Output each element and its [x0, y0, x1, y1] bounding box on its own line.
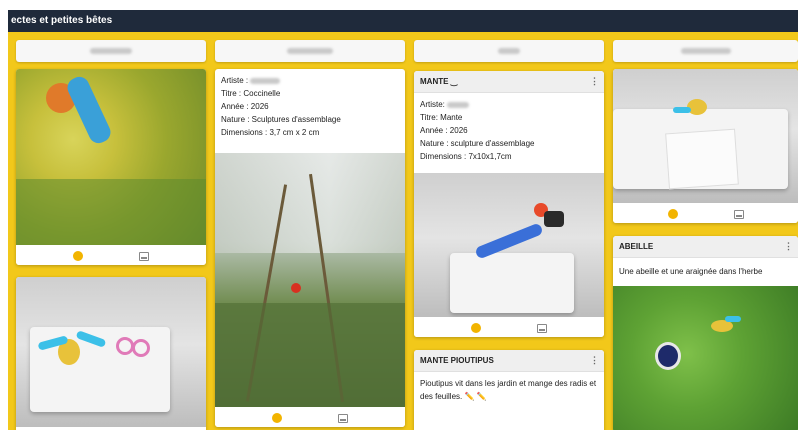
reaction-dot-icon[interactable] — [667, 209, 678, 219]
post-card[interactable] — [16, 277, 206, 430]
post-footer — [414, 319, 604, 337]
image-icon[interactable] — [338, 413, 348, 423]
post-title-bar: MANTE PIOUTIPUS ⋮ — [414, 350, 604, 372]
post-body: Artiste : Titre : Coccinelle Année : 202… — [215, 69, 405, 151]
post-line-title: Titre: Mante — [420, 113, 463, 122]
post-line-year: Année : 2026 — [420, 126, 468, 135]
post-body: Artiste: Titre: Mante Année : 2026 Natur… — [414, 93, 604, 173]
padlet-board: Artiste : Titre : Coccinelle Année : 202… — [8, 32, 798, 430]
column-title-blurred — [287, 48, 333, 54]
image-icon[interactable] — [537, 323, 547, 333]
post-image-bee-in-grass — [613, 286, 798, 430]
post-image-garden-ladybug — [215, 153, 405, 407]
column-header-1[interactable] — [16, 40, 206, 62]
column-2: Artiste : Titre : Coccinelle Année : 202… — [215, 32, 405, 430]
post-line-title: Titre : Coccinelle — [221, 89, 281, 98]
post-image-moss-bird — [16, 69, 206, 245]
post-footer — [613, 205, 798, 223]
post-line-nature: Nature : sculpture d'assemblage — [420, 139, 535, 148]
post-line-artist: Artiste: — [420, 98, 598, 111]
post-image-bee-on-block — [16, 277, 206, 427]
column-title-blurred — [90, 48, 132, 54]
post-title: MANTE PIOUTIPUS — [420, 356, 494, 365]
post-line-dimensions: Dimensions : 3,7 cm x 2 cm — [221, 128, 320, 137]
smile-icon: ‿ — [450, 77, 458, 86]
column-header-3[interactable] — [414, 40, 604, 62]
column-title-blurred — [680, 48, 731, 54]
post-card-mante[interactable]: MANTE ‿ ⋮ Artiste: Titre: Mante Année : … — [414, 71, 604, 337]
post-image-mante-sculpture — [414, 173, 604, 317]
column-header-2[interactable] — [215, 40, 405, 62]
post-footer — [215, 409, 405, 427]
post-body: Une abeille et une araignée dans l'herbe — [619, 267, 763, 276]
column-1 — [16, 32, 206, 430]
post-image-bee-on-block — [613, 69, 798, 203]
post-line-dimensions: Dimensions : 7x10x1,7cm — [420, 152, 512, 161]
more-icon[interactable]: ⋮ — [784, 241, 793, 252]
post-title-bar: ABEILLE ⋮ — [613, 236, 798, 258]
more-icon[interactable]: ⋮ — [590, 76, 599, 87]
post-line-artist: Artiste : — [221, 74, 399, 87]
post-card-coccinelle[interactable]: Artiste : Titre : Coccinelle Année : 202… — [215, 69, 405, 427]
image-icon[interactable] — [733, 209, 744, 219]
post-body: Pioutipus vit dans les jardin et mange d… — [420, 379, 597, 401]
post-line-year: Année : 2026 — [221, 102, 269, 111]
post-title: ABEILLE — [619, 242, 654, 251]
post-title: MANTE ‿ — [420, 77, 458, 86]
reaction-dot-icon[interactable] — [272, 413, 282, 423]
board-title-bar: ectes et petites bêtes — [8, 10, 798, 32]
post-line-nature: Nature : Sculptures d'assemblage — [221, 115, 341, 124]
column-header-4[interactable] — [613, 40, 798, 62]
column-4: ABEILLE ⋮ Une abeille et une araignée da… — [613, 32, 798, 430]
post-card-mante-pioutipus[interactable]: MANTE PIOUTIPUS ⋮ Pioutipus vit dans les… — [414, 350, 604, 430]
column-title-blurred — [498, 48, 520, 54]
more-icon[interactable]: ⋮ — [590, 355, 599, 366]
column-3: MANTE ‿ ⋮ Artiste: Titre: Mante Année : … — [414, 32, 604, 430]
board-title: ectes et petites bêtes — [11, 15, 113, 26]
post-title-bar: MANTE ‿ ⋮ — [414, 71, 604, 93]
post-card[interactable] — [613, 69, 798, 223]
post-card-abeille[interactable]: ABEILLE ⋮ Une abeille et une araignée da… — [613, 236, 798, 430]
image-icon[interactable] — [139, 251, 149, 261]
reaction-dot-icon[interactable] — [73, 251, 83, 261]
reaction-dot-icon[interactable] — [471, 323, 481, 333]
post-footer — [16, 247, 206, 265]
post-card[interactable] — [16, 69, 206, 265]
